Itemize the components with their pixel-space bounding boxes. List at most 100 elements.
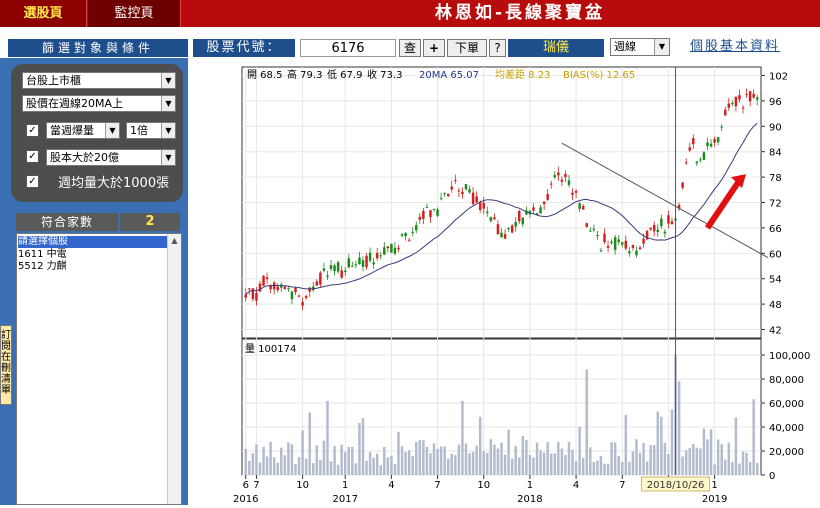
volume-bar	[713, 464, 716, 475]
candle-body	[514, 222, 517, 227]
capital-checkbox[interactable]: ✓	[26, 150, 39, 163]
volume-bar	[404, 452, 407, 475]
tab-monitor[interactable]: 監控頁	[88, 0, 181, 27]
candle-body	[372, 262, 375, 265]
list-item[interactable]: 請選擇個股	[18, 236, 168, 248]
volume-bar	[276, 462, 279, 475]
volume-bar	[688, 447, 691, 475]
price-tick-label: 90	[769, 122, 782, 133]
candle-body	[713, 139, 716, 143]
avg-volume-label: 週均量大於1000張	[58, 176, 170, 191]
volume-bar	[457, 444, 461, 475]
capital-select[interactable]: 股本大於20億 ▼	[46, 149, 176, 166]
info-text: BIAS(%) 12.65	[563, 70, 635, 81]
year-label: 2016	[233, 494, 258, 505]
candle-body	[656, 229, 660, 233]
volume-bar	[418, 439, 422, 475]
price-tick-label: 54	[769, 275, 782, 286]
volume-bar	[642, 442, 645, 475]
candle-body	[553, 174, 557, 178]
multiplier-select[interactable]: 1倍 ▼	[126, 122, 176, 139]
volume-tick-label: 0	[769, 471, 775, 482]
volume-bar	[628, 461, 631, 475]
chevron-up-icon[interactable]: ▲	[168, 234, 181, 247]
side-tab[interactable]: 訂閱在刪清單	[0, 325, 12, 405]
candle-body	[621, 242, 624, 245]
price-tick-label: 72	[769, 199, 782, 210]
candle-body	[418, 216, 422, 220]
market-value: 台股上市櫃	[26, 74, 81, 87]
x-tick-label: 7	[619, 480, 625, 491]
period-select[interactable]: 週線 ▼	[610, 38, 670, 56]
volume-bar	[475, 445, 478, 475]
volume-bar	[248, 460, 251, 475]
price-tick-label: 66	[769, 224, 782, 235]
info-text: 均差距 8.23	[495, 68, 550, 81]
volume-bar	[297, 456, 301, 475]
add-button[interactable]: +	[423, 39, 445, 57]
volume-bar	[542, 452, 546, 475]
volume-bar	[258, 462, 262, 475]
help-button[interactable]: ?	[489, 39, 506, 57]
candle-body	[415, 225, 418, 231]
volume-bar	[596, 460, 599, 475]
volume-bar	[649, 445, 652, 475]
result-list[interactable]: 請選擇個股 1611 中電 5512 力麒 ▲	[16, 233, 182, 505]
volume-bar	[397, 431, 400, 475]
query-button[interactable]: 查	[399, 39, 421, 57]
volume-bar	[329, 461, 333, 475]
candle-body	[475, 196, 478, 203]
candle-body	[454, 180, 457, 182]
weekly-volume-select[interactable]: 當週爆量 ▼	[46, 122, 120, 139]
weekly-volume-checkbox[interactable]: ✓	[26, 124, 39, 137]
volume-bar	[709, 429, 713, 475]
volume-bar	[574, 461, 578, 475]
conditions-header: 篩選對象與條件	[8, 39, 188, 57]
candle-body	[404, 232, 407, 237]
volume-bar	[585, 369, 588, 475]
volume-bar	[436, 448, 439, 475]
stock-info-link[interactable]: 個股基本資料	[690, 38, 818, 56]
chevron-down-icon: ▼	[161, 73, 175, 88]
volume-bar	[741, 451, 745, 475]
list-item[interactable]: 5512 力麒	[18, 261, 67, 273]
price-condition-value: 股價在週線20MA上	[26, 97, 124, 110]
candle-body	[557, 172, 560, 176]
volume-bar	[571, 449, 574, 475]
volume-bar	[471, 451, 475, 475]
volume-bar	[361, 418, 365, 475]
avg-volume-checkbox[interactable]: ✓	[26, 175, 39, 188]
volume-bar	[581, 457, 585, 475]
volume-bar	[304, 458, 308, 475]
volume-bar	[663, 442, 667, 475]
volume-bar	[695, 447, 699, 475]
capital-value: 股本大於20億	[50, 151, 119, 164]
scrollbar[interactable]: ▲	[167, 234, 181, 504]
volume-bar	[755, 463, 759, 475]
candle-body	[390, 243, 393, 253]
volume-bar	[287, 442, 290, 475]
volume-bar	[294, 463, 297, 475]
volume-bar	[312, 463, 315, 475]
volume-bar	[645, 461, 649, 475]
candle-body	[688, 147, 691, 151]
candle-body	[727, 103, 731, 108]
volume-bar	[724, 459, 727, 475]
volume-bar	[439, 446, 443, 475]
volume-bar	[670, 409, 674, 475]
price-condition-select[interactable]: 股價在週線20MA上 ▼	[22, 95, 176, 112]
stock-code-input[interactable]: 6176	[300, 39, 396, 57]
count-value: 2	[120, 213, 180, 231]
candle-body	[407, 239, 411, 241]
stock-name: 瑞儀	[508, 39, 604, 57]
list-item[interactable]: 1611 中電	[18, 249, 67, 261]
candle-body	[308, 287, 311, 292]
market-select[interactable]: 台股上市櫃 ▼	[22, 72, 176, 89]
candle-body	[315, 281, 319, 286]
volume-bar	[617, 455, 620, 475]
volume-bar	[375, 453, 379, 475]
candle-body	[546, 193, 549, 200]
order-button[interactable]: 下單	[447, 39, 487, 57]
volume-bar	[677, 381, 681, 475]
tab-stock-selection[interactable]: 選股頁	[0, 0, 87, 27]
